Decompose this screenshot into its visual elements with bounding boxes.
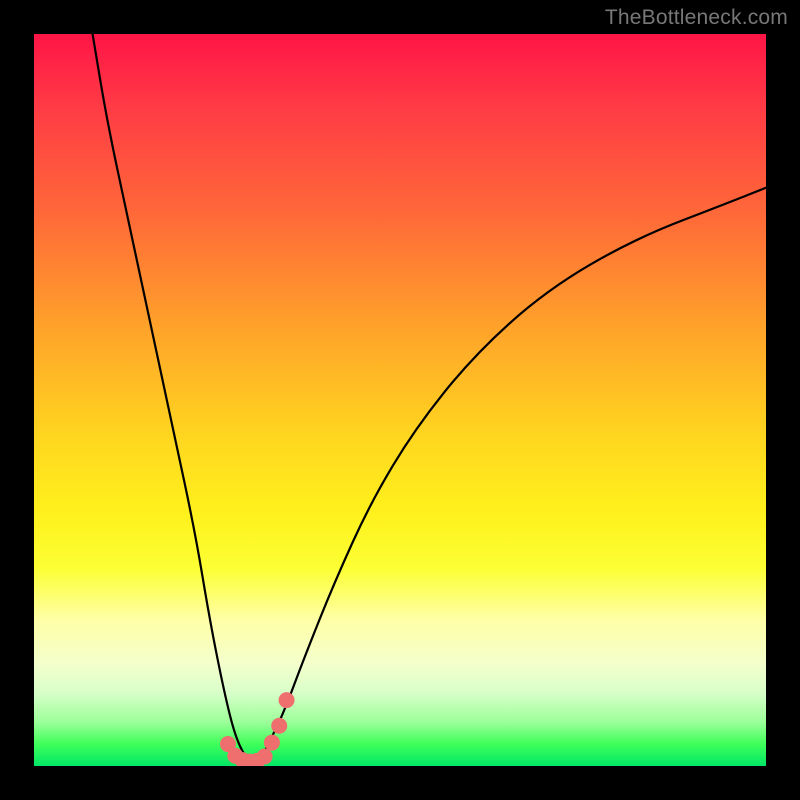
- chart-svg: [34, 34, 766, 766]
- watermark-text: TheBottleneck.com: [605, 6, 788, 30]
- highlight-dot: [257, 748, 273, 764]
- highlight-dots: [220, 692, 295, 766]
- curve-layer: [93, 34, 766, 761]
- chart-frame: TheBottleneck.com: [0, 0, 800, 800]
- highlight-dot: [279, 692, 295, 708]
- bottleneck-curve: [93, 34, 766, 761]
- highlight-dot: [271, 718, 287, 734]
- highlight-dot: [264, 735, 280, 751]
- plot-area: [34, 34, 766, 766]
